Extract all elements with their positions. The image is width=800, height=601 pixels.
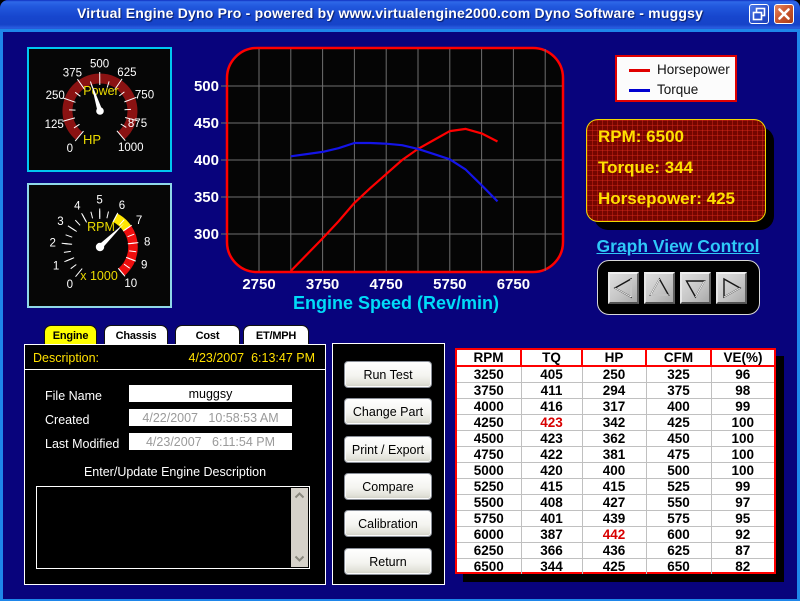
svg-text:350: 350 [194,189,219,206]
svg-text:750: 750 [135,90,154,102]
svg-text:1: 1 [53,260,59,272]
svg-text:125: 125 [45,119,64,131]
svg-text:500: 500 [90,59,109,71]
svg-text:2750: 2750 [242,276,275,293]
svg-text:5: 5 [96,195,102,207]
svg-text:875: 875 [128,118,147,130]
svg-text:x 1000: x 1000 [80,269,118,283]
svg-text:8: 8 [144,237,150,249]
svg-text:1000: 1000 [118,142,144,154]
svg-text:4: 4 [74,200,81,212]
svg-text:450: 450 [194,115,219,132]
svg-text:0: 0 [67,279,73,291]
svg-text:625: 625 [117,67,136,79]
svg-text:10: 10 [124,278,137,290]
svg-text:Power: Power [83,84,118,98]
svg-text:300: 300 [194,226,219,243]
svg-text:9: 9 [141,260,147,272]
svg-text:Engine Speed (Rev/min): Engine Speed (Rev/min) [293,293,499,313]
svg-text:7: 7 [136,215,142,227]
svg-text:RPM: RPM [87,220,115,234]
svg-text:4750: 4750 [370,276,403,293]
svg-text:5750: 5750 [433,276,466,293]
svg-text:400: 400 [194,152,219,169]
svg-text:2: 2 [49,238,55,250]
svg-text:0: 0 [67,143,73,155]
svg-text:3: 3 [57,216,63,228]
svg-text:6: 6 [119,200,125,212]
svg-text:375: 375 [63,67,82,79]
svg-text:3750: 3750 [306,276,339,293]
svg-text:HP: HP [83,132,101,147]
svg-text:250: 250 [46,90,65,102]
svg-text:6750: 6750 [497,276,530,293]
svg-text:500: 500 [194,78,219,95]
